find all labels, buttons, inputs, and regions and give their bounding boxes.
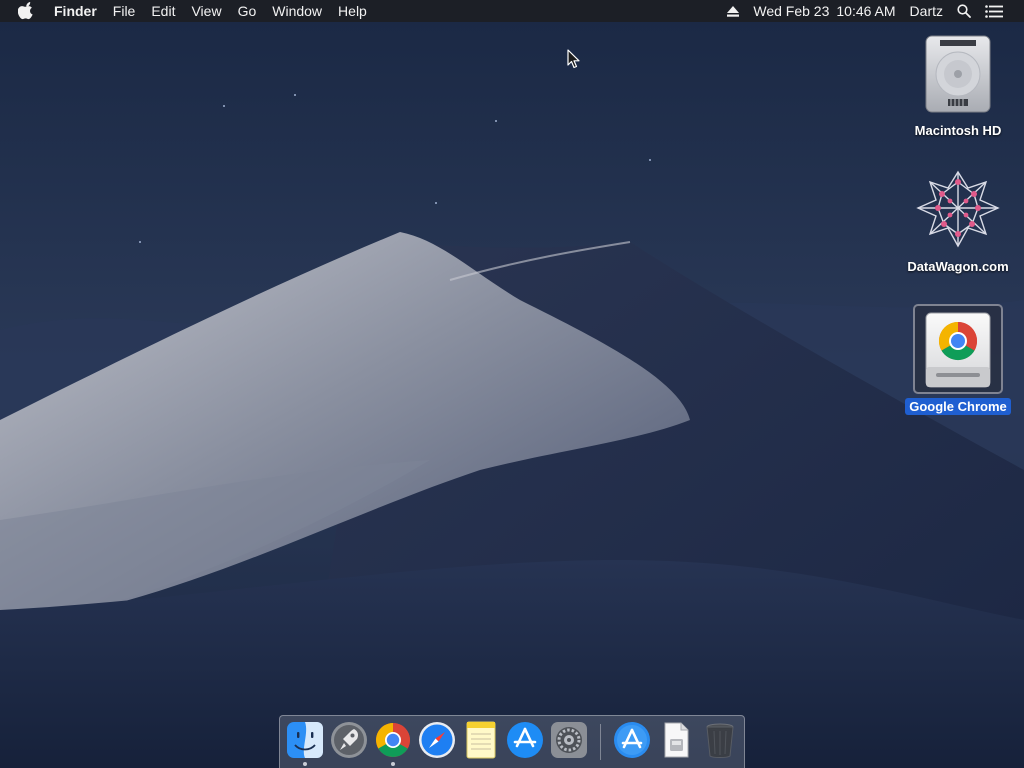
applications-folder-icon [614,722,650,758]
dock-item-launchpad[interactable] [330,721,368,759]
desktop-icon-label: DataWagon.com [907,259,1009,274]
desktop-icon-datawagon[interactable]: DataWagon.com [903,164,1013,276]
menubar-date[interactable]: Wed Feb 23 [746,0,836,22]
chrome-icon [376,723,410,757]
finder-icon [287,722,323,758]
desktop-icon-label: Google Chrome [905,398,1011,415]
hard-drive-icon[interactable] [913,28,1003,118]
spotlight-search-icon[interactable] [950,4,978,18]
dock-item-finder[interactable] [286,721,324,759]
menu-window[interactable]: Window [264,0,330,22]
menu-go[interactable]: Go [230,0,265,22]
desktop-icon-macintosh-hd[interactable]: Macintosh HD [903,28,1013,140]
menu-app-finder[interactable]: Finder [50,0,105,22]
desktop-icon-google-chrome[interactable]: Google Chrome [903,304,1013,416]
apple-menu-icon[interactable] [18,2,36,20]
desktop-wallpaper [0,0,1024,768]
dock-item-notes[interactable] [462,721,500,759]
dock-item-system-preferences[interactable] [550,721,588,759]
launchpad-icon [331,722,367,758]
desktop-screen: Finder File Edit View Go Window Help Wed… [0,0,1024,768]
notes-icon [466,721,496,759]
dock-separator [600,724,601,760]
system-preferences-icon [551,722,587,758]
dock-running-indicator [391,762,395,766]
dock-item-safari[interactable] [418,721,456,759]
safari-icon [419,722,455,758]
app-store-icon [507,722,543,758]
notification-center-icon[interactable] [978,4,1010,18]
dock-item-downloads[interactable] [657,721,695,759]
network-volume-icon[interactable] [913,164,1003,254]
dock-item-google-chrome[interactable] [374,721,412,759]
menubar-time[interactable]: 10:46 AM [836,0,902,22]
menu-edit[interactable]: Edit [143,0,183,22]
trash-icon [706,723,734,758]
dock-item-app-store[interactable] [506,721,544,759]
menu-view[interactable]: View [183,0,229,22]
document-icon [664,722,689,758]
chrome-disk-image-icon[interactable] [913,304,1003,394]
dock-item-applications[interactable] [613,721,651,759]
dock [279,715,745,768]
menu-bar: Finder File Edit View Go Window Help Wed… [0,0,1024,22]
dock-running-indicator [303,762,307,766]
menubar-user[interactable]: Dartz [903,0,950,22]
mouse-cursor-icon [567,49,580,69]
eject-icon[interactable] [720,5,746,17]
desktop-icon-label: Macintosh HD [914,123,1002,138]
dock-item-trash[interactable] [701,721,739,759]
menu-help[interactable]: Help [330,0,375,22]
menu-file[interactable]: File [105,0,144,22]
